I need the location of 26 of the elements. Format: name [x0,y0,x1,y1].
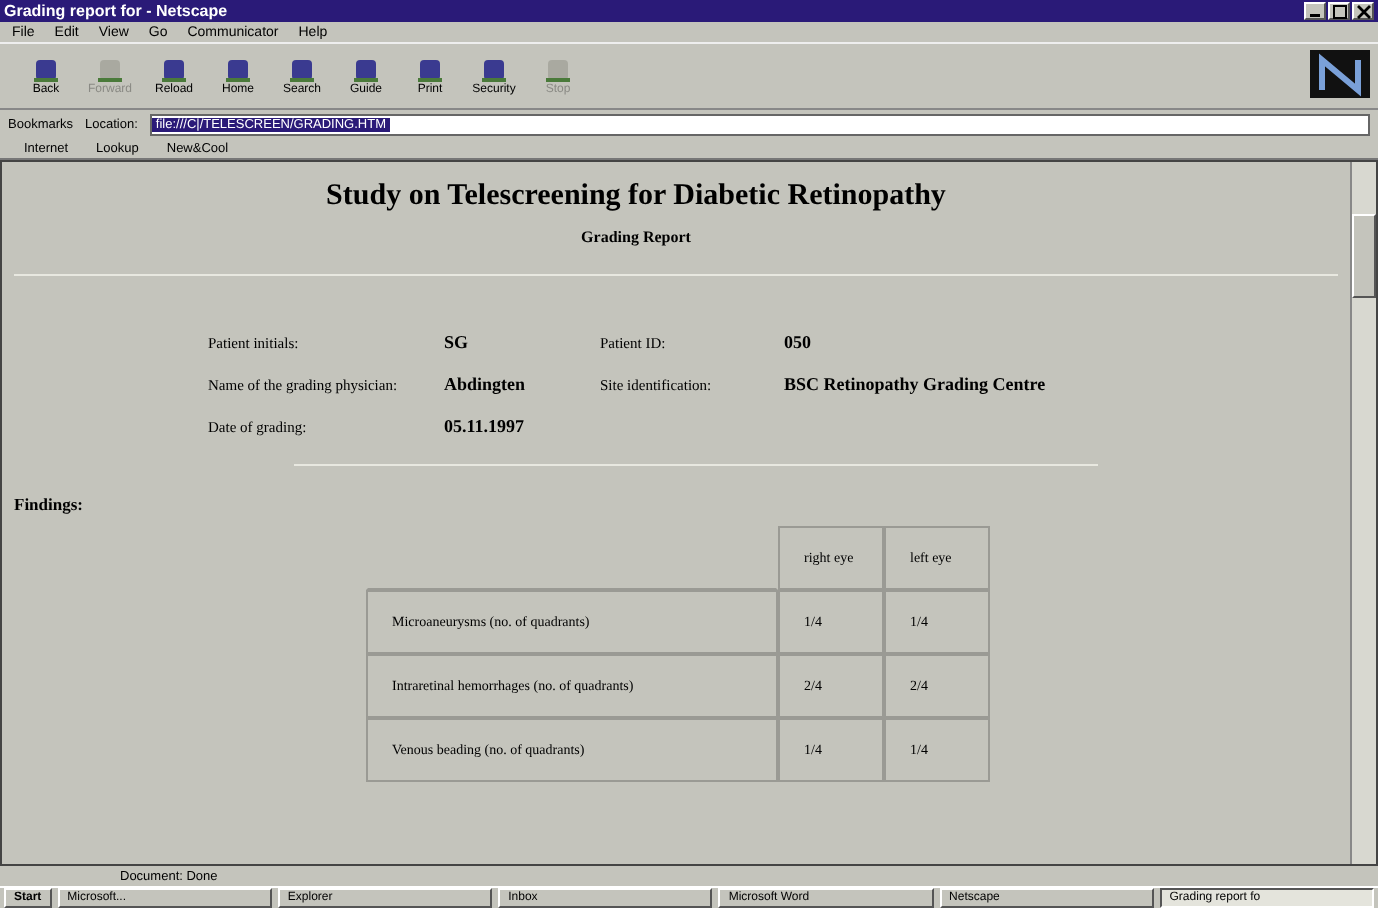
toolbar-icon [414,56,446,84]
toolbar-icon [350,56,382,84]
toolbar-icon [286,56,318,84]
toolbar-icon [478,56,510,84]
minimize-icon [1310,14,1320,18]
field-value: BSC Retinopathy Grading Centre [784,374,1048,394]
close-icon [1355,3,1371,19]
window-title: Grading report for - Netscape [4,2,228,20]
toolbar-icon [158,56,190,84]
minimize-button[interactable] [1304,2,1326,20]
maximize-button[interactable] [1328,2,1350,20]
field-value: Abdingten [444,374,528,394]
field-value: 050 [784,332,813,352]
toolbar-icon [30,56,62,84]
field-value: SG [444,332,471,352]
logo-icon [1310,50,1370,102]
toolbar-icon [222,56,254,84]
toolbar-icon [94,56,126,84]
maximize-icon [1331,3,1347,19]
section-heading: Findings: [14,494,85,514]
field-value: 05.11.1997 [444,416,527,436]
close-button[interactable] [1352,2,1374,20]
scrollbar[interactable] [1350,162,1376,864]
page-subtitle: Grading Report [579,228,693,246]
toolbar-icon [542,56,574,84]
page-title: Study on Telescreening for Diabetic Retinopathy [324,180,948,214]
